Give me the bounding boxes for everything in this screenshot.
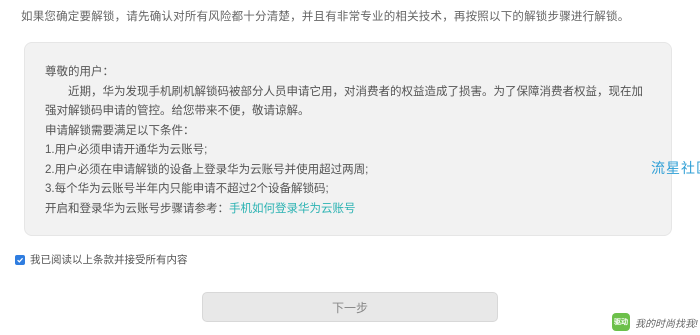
side-watermark: 流星社区 [651,160,700,176]
notice-greeting: 尊敬的用户： [45,66,114,78]
login-guide-link[interactable]: 手机如何登录华为云账号 [229,203,356,215]
watermark-text: 我的时尚找我! [635,319,698,330]
agreement-row[interactable]: 我已阅读以上条款并接受所有内容 [15,252,188,267]
reference-prefix: 开启和登录华为云账号步骤请参考： [45,202,229,215]
watermark-logo: 驱动 [612,313,630,331]
notice-box: 尊敬的用户： 近期，华为发现手机刷机解锁码被部分人员申请它用，对消费者的权益造成… [24,42,672,236]
agreement-label: 我已阅读以上条款并接受所有内容 [30,254,188,266]
notice-body: 近期，华为发现手机刷机解锁码被部分人员申请它用，对消费者的权益造成了损害。为了保… [45,85,643,118]
condition-item: 2.用户必须在申请解锁的设备上登录华为云账号并使用超过两周; [45,163,369,176]
reference-line: 开启和登录华为云账号步骤请参考：手机如何登录华为云账号 [45,200,643,220]
next-step-button[interactable]: 下一步 [202,292,498,322]
agreement-checkbox[interactable] [15,254,25,265]
checkmark-icon [17,257,24,263]
conditions-title: 申请解锁需要满足以下条件： [45,124,195,137]
condition-item: 3.每个华为云账号半年内只能申请不超过2个设备解锁码; [45,183,329,195]
condition-item: 1.用户必须申请开通华为云账号; [45,144,208,156]
intro-text: 如果您确定要解锁，请先确认对所有风险都十分清楚，并且有非常专业的相关技术，再按照… [21,11,630,23]
